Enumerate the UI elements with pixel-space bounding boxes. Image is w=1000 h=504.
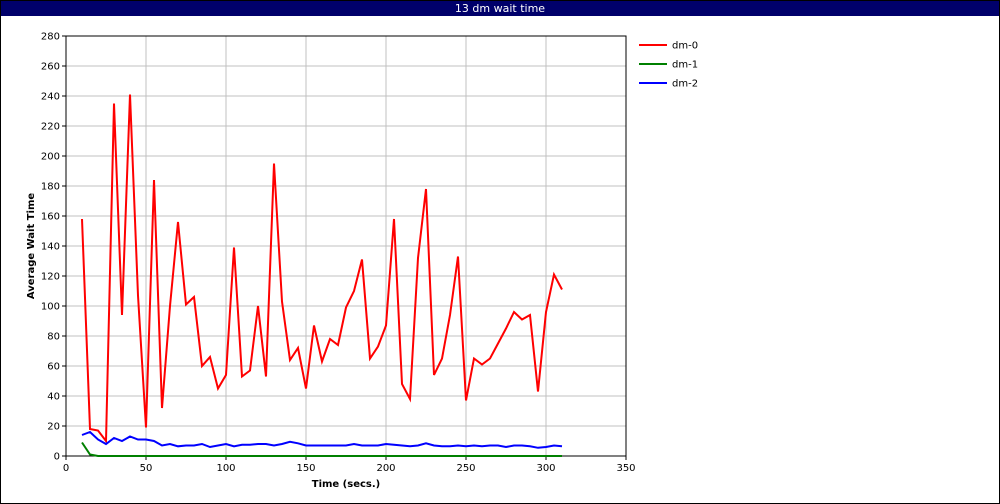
y-tick-label: 0	[54, 452, 60, 463]
y-tick-label: 40	[47, 392, 60, 403]
y-tick-label: 240	[41, 92, 60, 103]
x-tick-label: 350	[616, 463, 635, 474]
legend-label: dm-0	[672, 41, 698, 52]
y-tick-label: 60	[47, 362, 60, 373]
y-tick-label: 180	[41, 182, 60, 193]
y-tick-label: 100	[41, 302, 60, 313]
x-tick-label: 100	[216, 463, 235, 474]
x-tick-label: 200	[376, 463, 395, 474]
legend: dm-0 dm-1 dm-2	[639, 41, 698, 90]
grid	[65, 35, 627, 457]
series-line-dm-2	[81, 430, 563, 449]
y-tick-label: 20	[47, 422, 60, 433]
y-tick-label: 160	[41, 212, 60, 223]
x-tick-label: 150	[296, 463, 315, 474]
x-tick-label: 250	[456, 463, 475, 474]
chart-window: 13 dm wait time 0 20 40 60 80 100 120 140 160 180…	[0, 0, 1000, 504]
x-tick-label: 300	[536, 463, 555, 474]
legend-label: dm-1	[672, 60, 698, 71]
y-tick-label: 220	[41, 122, 60, 133]
x-tick-label: 0	[63, 463, 69, 474]
y-tick-label: 120	[41, 272, 60, 283]
legend-label: dm-2	[672, 79, 698, 90]
line-chart: 020406080100120140160180200220240260280 …	[26, 32, 698, 491]
x-axis: 0 50 100 150 200 250 300 350	[63, 456, 636, 474]
y-tick-label: 280	[41, 32, 60, 43]
x-axis-title: Time (secs.)	[312, 479, 381, 490]
series-lines	[81, 94, 563, 457]
x-tick-label: 50	[140, 463, 153, 474]
y-tick-label: 80	[47, 332, 60, 343]
series-line-dm-0	[81, 94, 563, 444]
y-tick-label: 260	[41, 62, 60, 73]
y-axis-title: Average Wait Time	[26, 193, 37, 300]
y-axis: 0 20 40 60 80 100 120 140 160 180 200 220 240 260 280	[41, 32, 66, 463]
y-tick-label: 140	[41, 242, 60, 253]
y-tick-label: 200	[41, 152, 60, 163]
